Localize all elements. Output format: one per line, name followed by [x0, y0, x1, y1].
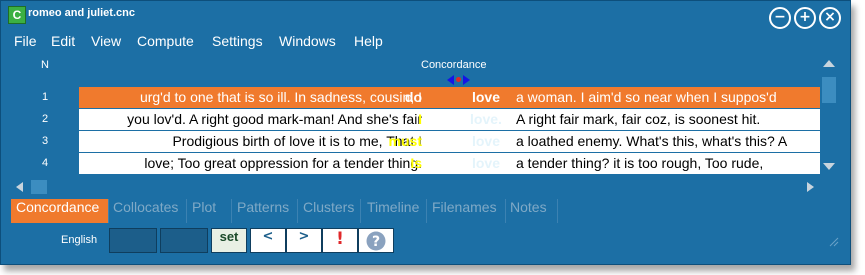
tab-timeline[interactable]: Timeline — [362, 199, 427, 223]
center-dot-icon — [456, 77, 461, 82]
context-word: must — [388, 133, 422, 149]
arrow-left-icon — [447, 75, 454, 85]
vertical-scrollbar[interactable] — [821, 55, 837, 195]
node-word: love. — [470, 111, 502, 127]
exclamation-icon[interactable]: ! — [322, 228, 358, 253]
menu-settings[interactable]: Settings — [212, 33, 263, 49]
minimize-icon[interactable]: − — [769, 7, 791, 29]
menu-compute[interactable]: Compute — [137, 33, 194, 49]
vertical-scroll-thumb[interactable] — [822, 77, 836, 103]
table-row[interactable]: 4 love; Too great oppression for a tende… — [11, 153, 821, 175]
language-label: English — [61, 234, 98, 246]
menu-help[interactable]: Help — [354, 33, 383, 49]
node-word: love — [471, 89, 500, 105]
left-context: love; Too great oppression for a tender … — [144, 155, 422, 171]
tab-notes[interactable]: Notes — [505, 199, 558, 223]
row-number: 3 — [41, 135, 49, 147]
row-number: 2 — [41, 113, 49, 125]
scroll-left-icon[interactable] — [16, 182, 23, 192]
maximize-icon[interactable]: + — [794, 7, 816, 29]
concordance-line[interactable]: Prodigious birth of love it is to me, Th… — [79, 131, 820, 153]
arrow-right-icon — [463, 75, 470, 85]
menu-view[interactable]: View — [91, 33, 121, 49]
sort-arrows-icon[interactable] — [447, 75, 471, 85]
scroll-right-icon[interactable] — [807, 182, 814, 192]
tab-clusters[interactable]: Clusters — [298, 199, 361, 223]
concordance-line[interactable]: you lov'd. A right good mark-man! And sh… — [79, 109, 820, 131]
scroll-up-icon[interactable] — [823, 60, 835, 67]
help-button[interactable]: ? — [358, 228, 394, 253]
status-box-2 — [160, 228, 208, 253]
tab-patterns[interactable]: Patterns — [232, 199, 298, 223]
menu-edit[interactable]: Edit — [51, 33, 75, 49]
context-word: Is — [410, 155, 422, 171]
menu-bar: File Edit View Compute Settings Windows … — [1, 32, 850, 54]
scroll-down-icon[interactable] — [823, 163, 835, 170]
node-word: love — [471, 133, 500, 149]
menu-windows[interactable]: Windows — [279, 33, 336, 49]
question-icon: ? — [366, 231, 386, 251]
concordance-line[interactable]: love; Too great oppression for a tender … — [79, 153, 820, 175]
title-bar[interactable]: C romeo and juliet.cnc − + × — [1, 1, 850, 31]
right-context: a loathed enemy. What's this, what's thi… — [516, 133, 788, 149]
right-context: a woman. I aim'd so near when I suppos'd — [516, 89, 777, 105]
horizontal-scrollbar[interactable] — [11, 179, 821, 195]
app-icon: C — [8, 6, 26, 24]
right-context: A right fair mark, fair coz, is soonest … — [516, 111, 761, 127]
previous-button[interactable]: < — [250, 228, 286, 253]
app-window: C romeo and juliet.cnc − + × File Edit V… — [0, 0, 851, 265]
horizontal-scroll-thumb[interactable] — [31, 180, 47, 194]
table-row[interactable]: 1 urg'd to one that is so ill. In sadnes… — [11, 87, 821, 109]
resize-grip-icon[interactable] — [827, 235, 839, 247]
window-title: romeo and juliet.cnc — [28, 7, 135, 19]
menu-file[interactable]: File — [14, 33, 37, 49]
context-word: do — [404, 89, 422, 105]
left-context: Prodigious birth of love it is to me, Th… — [172, 133, 422, 149]
concordance-grid: N Concordance 1 urg'd to one that is so … — [11, 55, 837, 195]
tab-collocates[interactable]: Collocates — [108, 199, 187, 223]
table-row[interactable]: 2 you lov'd. A right good mark-man! And … — [11, 109, 821, 131]
next-button[interactable]: > — [286, 228, 322, 253]
tab-filenames[interactable]: Filenames — [427, 199, 506, 223]
node-word: love — [471, 155, 500, 171]
tab-plot[interactable]: Plot — [187, 199, 232, 223]
left-context: urg'd to one that is so ill. In sadness,… — [139, 89, 422, 105]
column-header-n[interactable]: N — [11, 55, 79, 86]
tab-concordance[interactable]: Concordance — [11, 199, 109, 223]
concordance-line[interactable]: urg'd to one that is so ill. In sadness,… — [79, 87, 820, 109]
row-number: 1 — [41, 91, 49, 103]
row-number: 4 — [41, 157, 49, 169]
status-box-1 — [109, 228, 157, 253]
right-context: a tender thing? it is too rough, Too rud… — [516, 155, 764, 171]
table-row[interactable]: 3 Prodigious birth of love it is to me, … — [11, 131, 821, 153]
left-context: you lov'd. A right good mark-man! And sh… — [127, 111, 422, 127]
set-button[interactable]: set — [211, 228, 247, 253]
bottom-toolbar: English set < > ! ? — [1, 227, 850, 255]
close-icon[interactable]: × — [819, 7, 841, 29]
help-label: ? — [372, 234, 380, 250]
context-word: I — [418, 111, 422, 127]
tab-bar: Concordance Collocates Plot Patterns Clu… — [11, 199, 837, 223]
